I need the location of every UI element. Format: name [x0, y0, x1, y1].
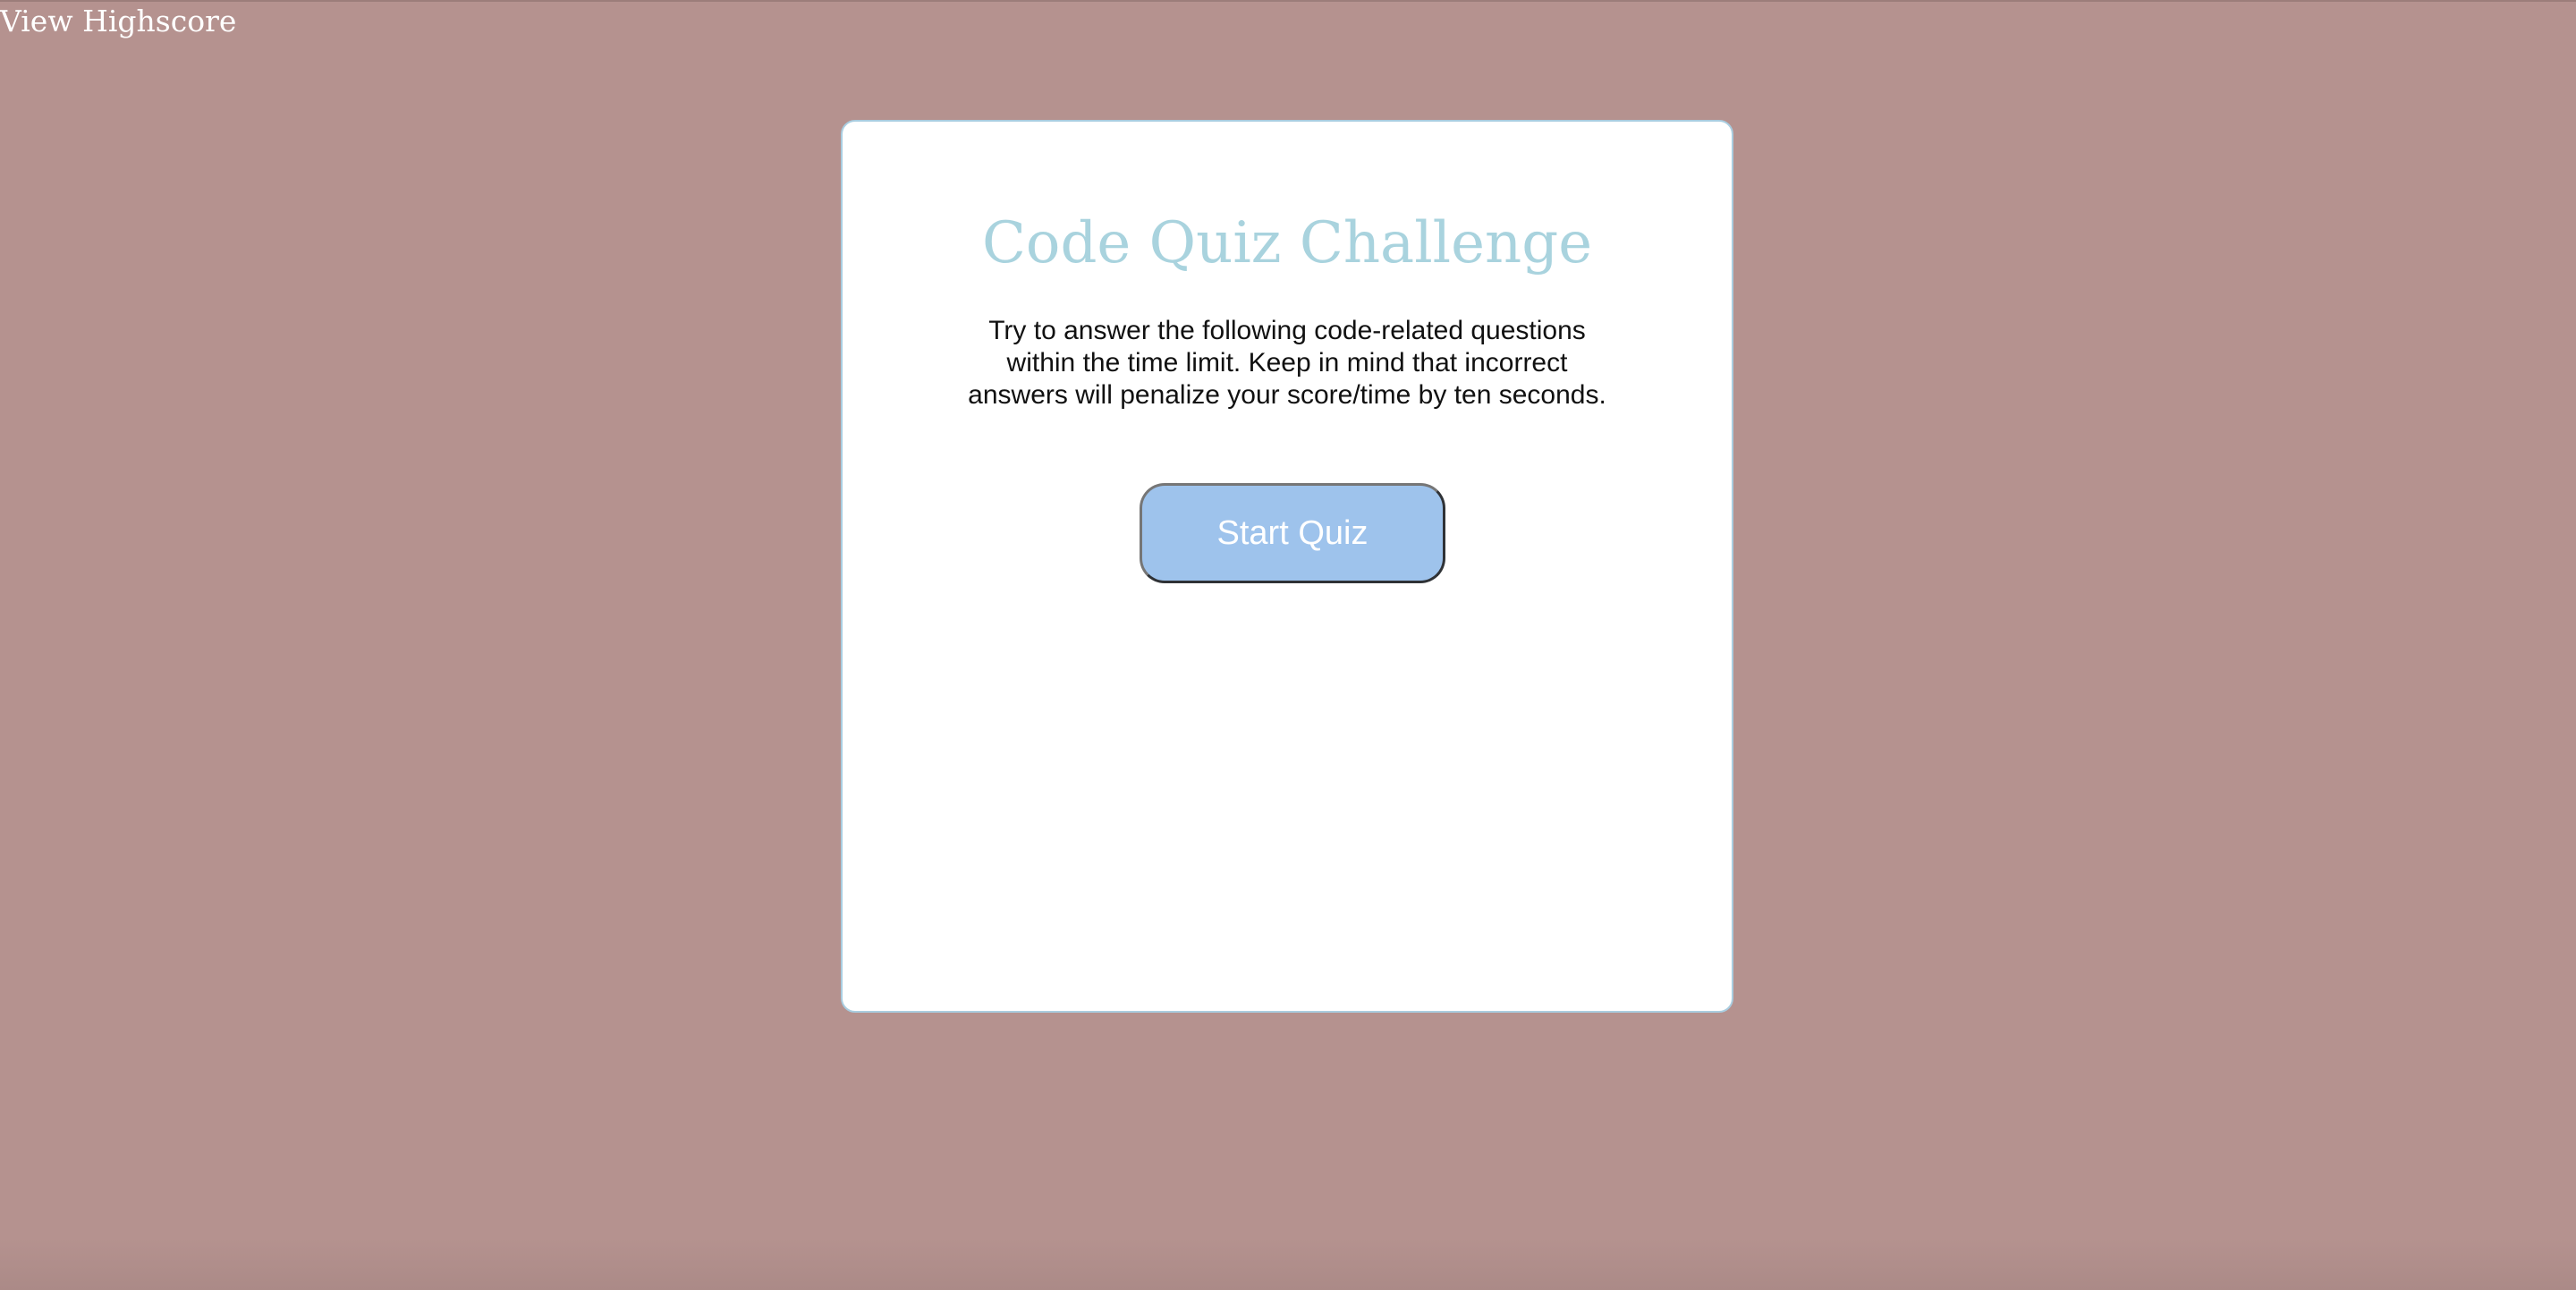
view-highscore-link[interactable]: View Highscore [0, 4, 236, 39]
quiz-card: Code Quiz Challenge Try to answer the fo… [841, 120, 1733, 1013]
start-quiz-button[interactable]: Start Quiz [1140, 483, 1445, 583]
quiz-instructions: Try to answer the following code-related… [968, 316, 1606, 410]
page-background: View Highscore Code Quiz Challenge Try t… [0, 0, 2576, 1290]
quiz-title: Code Quiz Challenge [981, 210, 1593, 276]
